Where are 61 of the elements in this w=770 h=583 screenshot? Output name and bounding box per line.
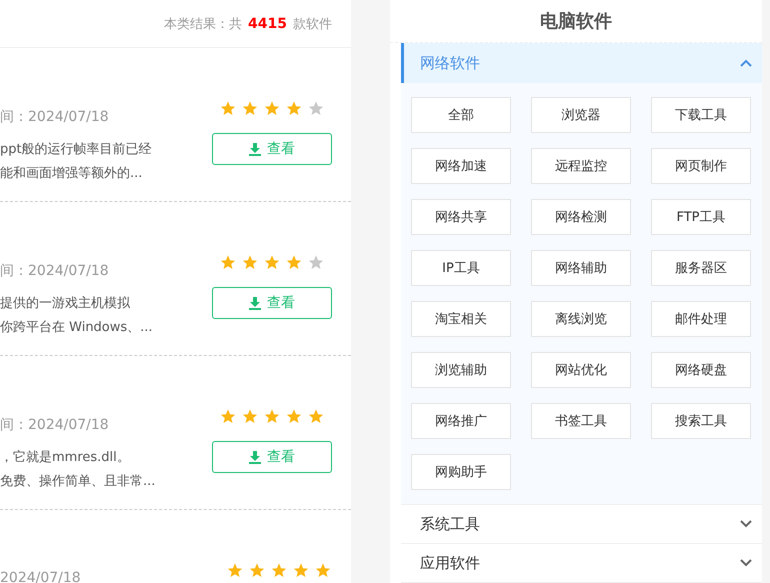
category-tag[interactable]: 下载工具 [651, 97, 751, 133]
update-date: 间：2024/07/18 [0, 416, 110, 434]
star-icon [241, 254, 259, 271]
description-line: ppt般的运行帧率目前已经 [0, 141, 152, 159]
result-count: 4415 [248, 16, 287, 32]
star-icon [285, 408, 303, 425]
category-tag[interactable]: 远程监控 [531, 148, 631, 184]
star-icon [307, 100, 325, 117]
category-tag[interactable]: 网站优化 [531, 352, 631, 388]
star-icon [263, 100, 281, 117]
result-label: 本类结果：共 [164, 16, 242, 32]
category-tag[interactable]: 网络辅助 [531, 250, 631, 286]
download-icon [249, 142, 261, 156]
chevron-up-icon [740, 59, 752, 67]
category-tag[interactable]: 网络推广 [411, 403, 511, 439]
category-tag[interactable]: 邮件处理 [651, 301, 751, 337]
description-line: ，它就是mmres.dll。 [0, 449, 131, 467]
star-icon [226, 562, 244, 579]
category-tag[interactable]: IP工具 [411, 250, 511, 286]
star-icon [307, 254, 325, 271]
description-line: 你跨平台在 Windows、... [0, 319, 153, 337]
category-tag[interactable]: FTP工具 [651, 199, 751, 235]
chevron-down-icon [740, 559, 752, 567]
update-date: 间：2024/07/18 [0, 262, 110, 280]
star-icon [219, 254, 237, 271]
category-tag[interactable]: 浏览辅助 [411, 352, 511, 388]
category-tag[interactable]: 网络加速 [411, 148, 511, 184]
star-icon [314, 562, 332, 579]
star-icon [285, 254, 303, 271]
description-line: 提供的一游戏主机模拟 [0, 295, 131, 313]
category-tag[interactable]: 网络硬盘 [651, 352, 751, 388]
category-tag[interactable]: 搜索工具 [651, 403, 751, 439]
category-tag[interactable]: 服务器区 [651, 250, 751, 286]
result-unit: 款软件 [293, 16, 332, 32]
update-date: 2024/07/18 [0, 570, 81, 583]
download-icon [249, 296, 261, 310]
category-tag[interactable]: 网络检测 [531, 199, 631, 235]
star-icon [263, 408, 281, 425]
star-icon [292, 562, 310, 579]
category-tag[interactable]: 书签工具 [531, 403, 631, 439]
star-icon [219, 408, 237, 425]
download-icon [249, 450, 261, 464]
chevron-down-icon [740, 520, 752, 528]
star-icon [248, 562, 266, 579]
category-tag[interactable]: 全部 [411, 97, 511, 133]
category-tag[interactable]: 浏览器 [531, 97, 631, 133]
category-tag[interactable]: 网购助手 [411, 454, 511, 490]
star-icon [285, 100, 303, 117]
category-tag[interactable]: 淘宝相关 [411, 301, 511, 337]
description-line: 能和画面增强等额外的... [0, 165, 144, 183]
category-tag[interactable]: 离线浏览 [531, 301, 631, 337]
star-icon [219, 100, 237, 117]
star-icon [241, 100, 259, 117]
star-icon [263, 254, 281, 271]
update-date: 间：2024/07/18 [0, 108, 110, 126]
star-icon [307, 408, 325, 425]
category-tag[interactable]: 网络共享 [411, 199, 511, 235]
category-tag[interactable]: 网页制作 [651, 148, 751, 184]
star-icon [270, 562, 288, 579]
star-icon [241, 408, 259, 425]
description-line: 免费、操作简单、且非常... [0, 473, 156, 491]
